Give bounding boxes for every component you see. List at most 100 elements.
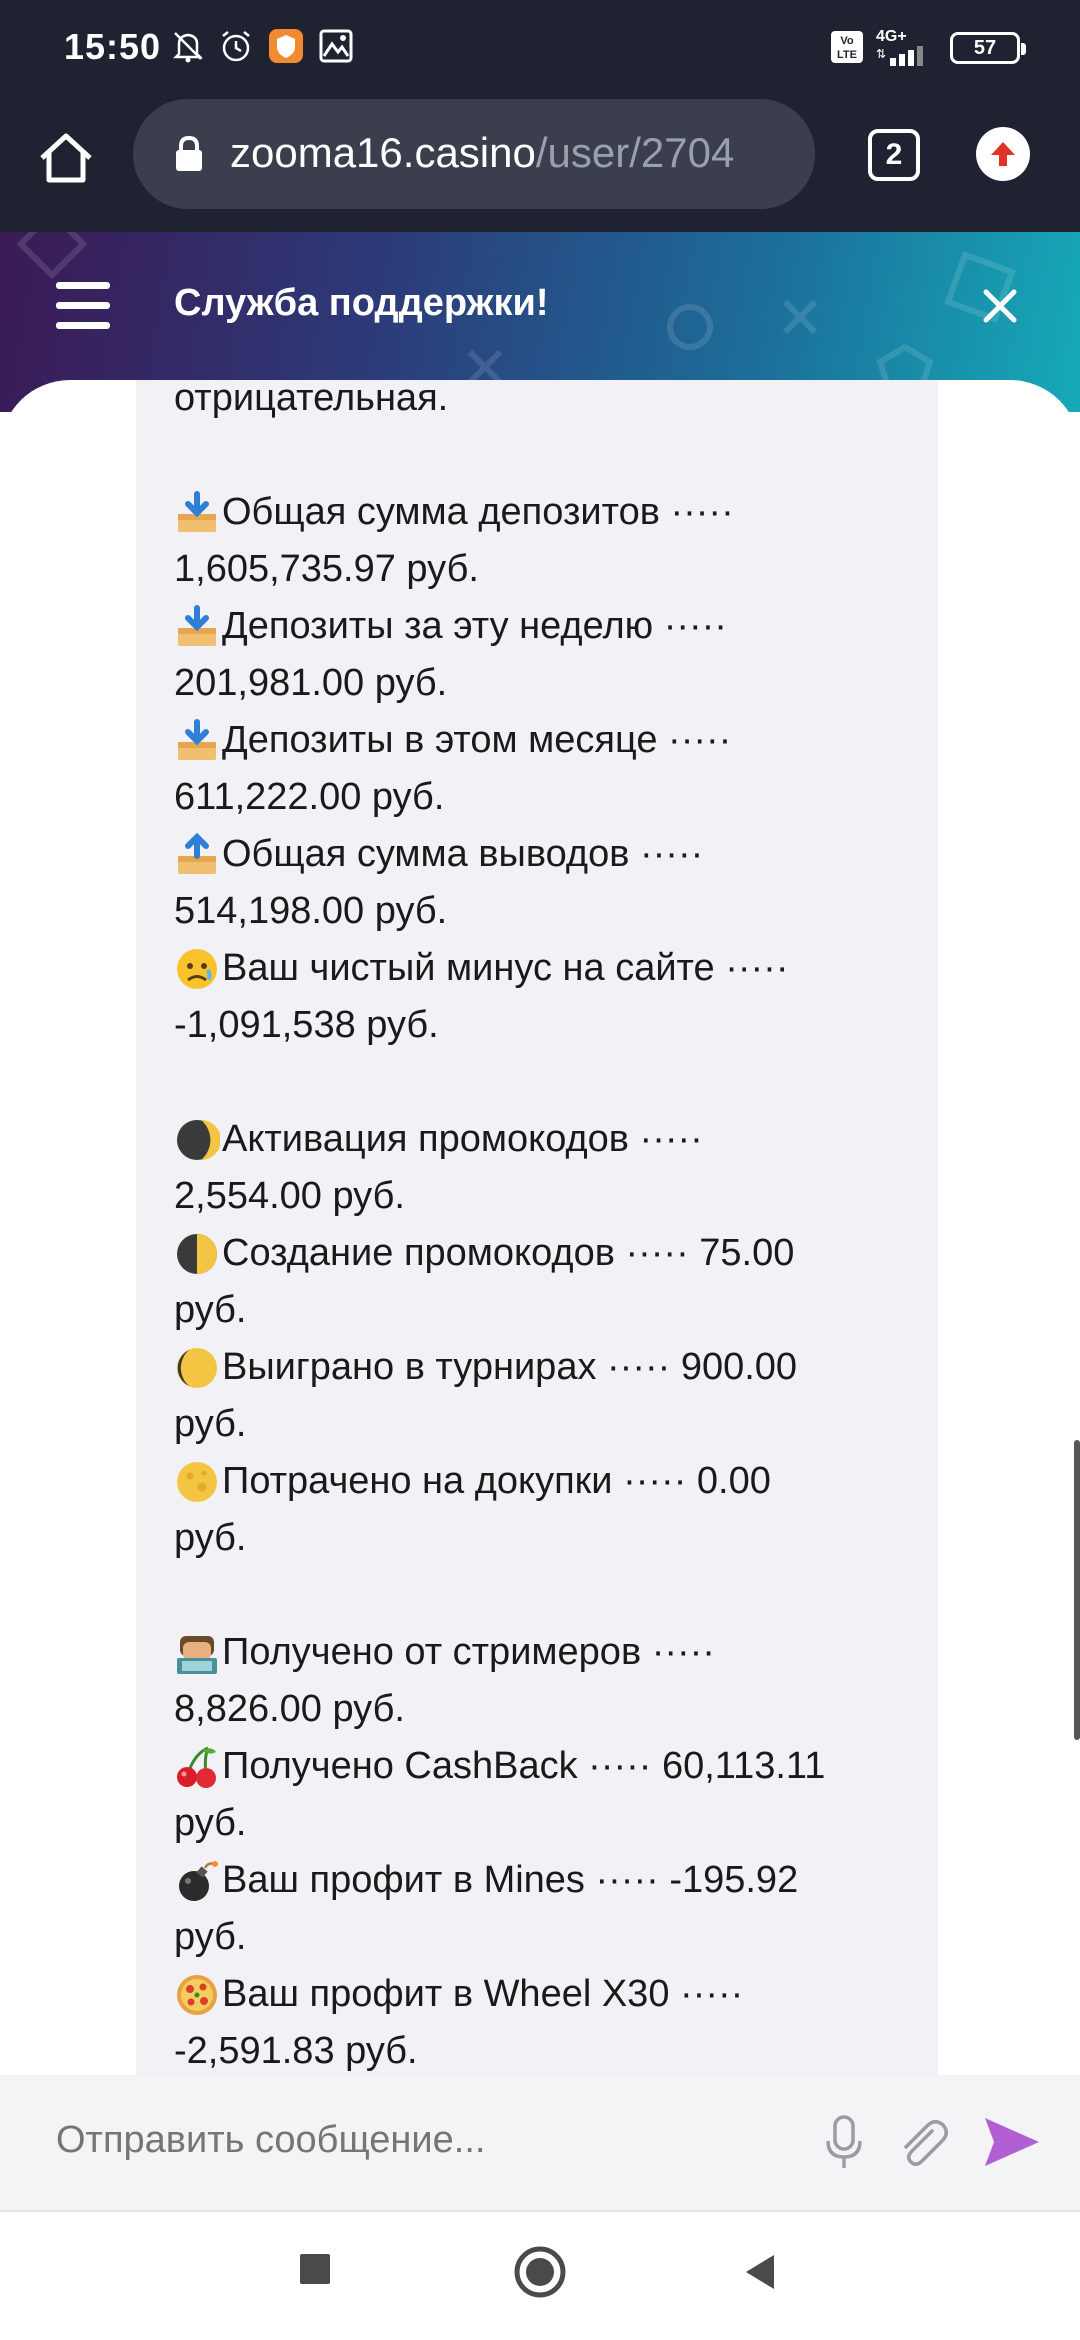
message-line-text: 201,981.00 руб. bbox=[174, 662, 448, 704]
message-input-row bbox=[0, 2075, 1080, 2210]
message-bubble: отрицательная. Общая сумма депозитов ····… bbox=[136, 380, 938, 2075]
message-line-text: руб. bbox=[174, 1517, 247, 1559]
svg-text:LTE: LTE bbox=[837, 49, 857, 61]
message-line-text: -2,591.83 руб. bbox=[174, 2030, 418, 2072]
message-line-text: Депозиты в этом месяце ····· bbox=[222, 719, 732, 761]
message-input[interactable] bbox=[56, 2119, 776, 2162]
message-line-text: Получено от стримеров ····· bbox=[222, 1631, 715, 1673]
chat-messages-area[interactable]: отрицательная. Общая сумма депозитов ····… bbox=[0, 380, 1080, 2075]
message-line: Ваш чистый минус на сайте ····· bbox=[174, 940, 914, 997]
menu-button[interactable] bbox=[56, 282, 116, 332]
home-nav-button[interactable] bbox=[513, 2245, 567, 2304]
address-bar[interactable]: zooma16.casino/user/2704 bbox=[133, 99, 815, 209]
svg-text:Vo: Vo bbox=[840, 35, 854, 47]
url-path: /user/2704 bbox=[535, 129, 735, 176]
message-line: Выиграно в турнирах ····· 900.00 bbox=[174, 1339, 914, 1396]
technologist-icon bbox=[174, 1630, 220, 1676]
cherries-icon bbox=[174, 1744, 220, 1790]
microphone-button[interactable] bbox=[822, 2113, 866, 2178]
message-text: отрицательная. Общая сумма депозитов ····… bbox=[174, 380, 914, 2075]
back-triangle-icon bbox=[746, 2255, 774, 2289]
pizza-wheel-icon bbox=[174, 1972, 220, 2018]
message-line-text: Ваш профит в Wheel X30 ····· bbox=[222, 1973, 744, 2015]
message-line-text: 8,826.00 руб. bbox=[174, 1688, 405, 1730]
home-icon bbox=[40, 133, 92, 183]
attach-button[interactable] bbox=[892, 2113, 952, 2178]
message-line: руб. bbox=[174, 1909, 914, 1966]
recents-button[interactable] bbox=[298, 2252, 332, 2291]
close-button[interactable] bbox=[976, 282, 1024, 330]
lock-icon bbox=[176, 135, 202, 171]
message-line-text: 514,198.00 руб. bbox=[174, 890, 448, 932]
message-line bbox=[174, 427, 914, 484]
message-line: руб. bbox=[174, 1795, 914, 1852]
message-line-text: Депозиты за эту неделю ····· bbox=[222, 605, 727, 647]
signal-icon: ⇅ bbox=[876, 44, 936, 71]
message-line: Депозиты за эту неделю ····· bbox=[174, 598, 914, 655]
inbox-tray-icon bbox=[174, 490, 220, 536]
message-line: Получено CashBack ····· 60,113.11 bbox=[174, 1738, 914, 1795]
message-line-text: Выиграно в турнирах ····· 900.00 bbox=[222, 1346, 798, 1388]
upload-button[interactable] bbox=[976, 127, 1030, 181]
bomb-icon bbox=[174, 1858, 220, 1904]
message-line-text: Получено CashBack ····· 60,113.11 bbox=[222, 1745, 826, 1787]
message-line: 2,554.00 руб. bbox=[174, 1168, 914, 1225]
message-line-text: -1,091,538 руб. bbox=[174, 1004, 439, 1046]
scrollbar[interactable] bbox=[1074, 1440, 1080, 1740]
volte-icon: Vo LTE bbox=[830, 30, 864, 69]
circle-home-icon bbox=[514, 2246, 566, 2298]
status-bar: 15:50 Vo LTE 4G+ ⇅ 57 bbox=[0, 0, 1080, 92]
inbox-tray-icon bbox=[174, 604, 220, 650]
tab-switcher-button[interactable]: 2 bbox=[868, 129, 920, 181]
message-line: руб. bbox=[174, 1282, 914, 1339]
alarm-icon bbox=[216, 26, 256, 66]
message-line: -2,591.83 руб. bbox=[174, 2023, 914, 2075]
message-line: Ваш профит в Mines ····· -195.92 bbox=[174, 1852, 914, 1909]
message-line: руб. bbox=[174, 1510, 914, 1567]
message-line: 8,826.00 руб. bbox=[174, 1681, 914, 1738]
chat-title: Служба поддержки! bbox=[174, 282, 549, 324]
message-line-text: Потрачено на докупки ····· 0.00 bbox=[222, 1460, 771, 1502]
message-line bbox=[174, 1054, 914, 1111]
message-line: Депозиты в этом месяце ····· bbox=[174, 712, 914, 769]
message-line-text: руб. bbox=[174, 1289, 247, 1331]
message-line-text: Создание промокодов ····· 75.00 bbox=[222, 1232, 795, 1274]
message-line: 1,605,735.97 руб. bbox=[174, 541, 914, 598]
moon-full-icon bbox=[174, 1459, 220, 1505]
back-button[interactable] bbox=[742, 2252, 778, 2297]
message-line: 611,222.00 руб. bbox=[174, 769, 914, 826]
message-line-text: руб. bbox=[174, 1802, 247, 1844]
message-line: Общая сумма депозитов ····· bbox=[174, 484, 914, 541]
message-line: Ваш профит в Wheel X30 ····· bbox=[174, 1966, 914, 2023]
message-line-text: Активация промокодов ····· bbox=[222, 1118, 703, 1160]
message-line-text: руб. bbox=[174, 1403, 247, 1445]
outbox-tray-icon bbox=[174, 832, 220, 878]
message-line: отрицательная. bbox=[174, 380, 914, 427]
app-notification-icon bbox=[266, 26, 306, 66]
message-line-text: 2,554.00 руб. bbox=[174, 1175, 405, 1217]
message-line-text: 1,605,735.97 руб. bbox=[174, 548, 479, 590]
message-line: руб. bbox=[174, 1396, 914, 1453]
message-line: Получено от стримеров ····· bbox=[174, 1624, 914, 1681]
send-button[interactable] bbox=[982, 2115, 1042, 2174]
home-button[interactable] bbox=[30, 122, 102, 194]
message-line-text: Ваш профит в Mines ····· -195.92 bbox=[222, 1859, 799, 1901]
paperclip-icon bbox=[904, 2120, 948, 2166]
message-line-text: отрицательная. bbox=[174, 380, 449, 419]
close-icon bbox=[983, 289, 1017, 323]
battery-indicator: 57 bbox=[950, 32, 1026, 64]
message-line: Создание промокодов ····· 75.00 bbox=[174, 1225, 914, 1282]
square-icon bbox=[300, 2254, 330, 2284]
gallery-icon bbox=[316, 26, 356, 66]
message-line: Активация промокодов ····· bbox=[174, 1111, 914, 1168]
send-icon bbox=[985, 2118, 1039, 2166]
mute-icon bbox=[168, 26, 208, 66]
moon-half-icon bbox=[174, 1231, 220, 1277]
url-domain: zooma16.casino bbox=[230, 129, 536, 176]
message-line-text: Ваш чистый минус на сайте ····· bbox=[222, 947, 789, 989]
sad-face-icon bbox=[174, 946, 220, 992]
message-line-text: 611,222.00 руб. bbox=[174, 776, 445, 818]
message-line-text: Общая сумма выводов ····· bbox=[222, 833, 704, 875]
message-line bbox=[174, 1567, 914, 1624]
svg-text:⇅: ⇅ bbox=[876, 47, 886, 61]
